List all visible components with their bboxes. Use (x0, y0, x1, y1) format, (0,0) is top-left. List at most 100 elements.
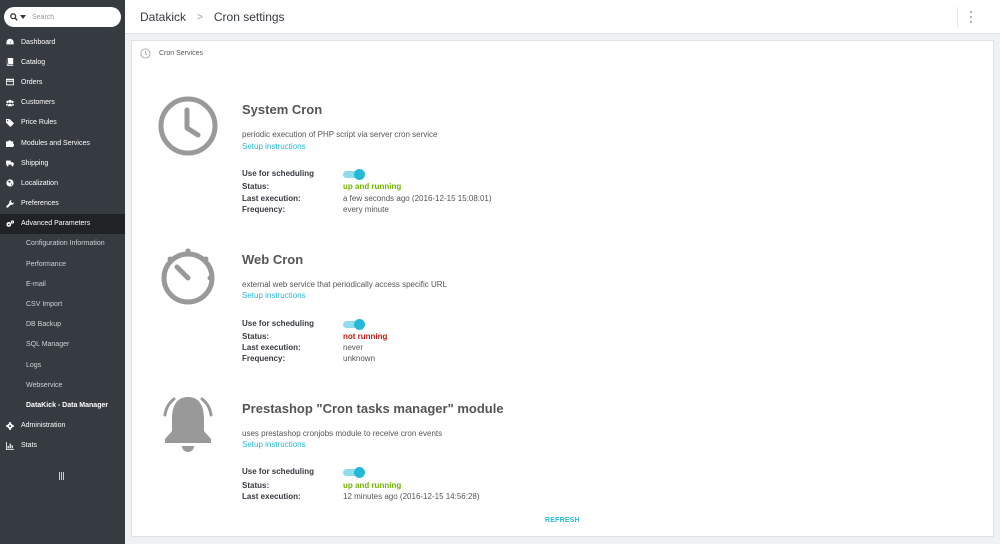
kebab-dot-icon (970, 21, 972, 23)
bell-icon (163, 397, 213, 452)
dashboard-icon (5, 38, 15, 46)
clock-icon (158, 96, 218, 156)
panel-title: Cron Services (159, 50, 203, 57)
status-value: not running (343, 332, 388, 341)
sidebar-subitem-sql-manager[interactable]: SQL Manager (0, 334, 125, 355)
sidebar-subitem-csv-import[interactable]: CSV Import (0, 294, 125, 315)
use-for-scheduling-row: Use for scheduling (242, 168, 365, 180)
sidebar-item-dashboard[interactable]: Dashboard (0, 32, 125, 52)
sidebar-item-stats[interactable]: Stats (0, 436, 125, 456)
sidebar-item-label: Preferences (21, 200, 59, 208)
service-description: periodic execution of PHP script via ser… (242, 130, 438, 139)
search-dropdown-button[interactable] (4, 7, 28, 27)
sidebar-item-label: Advanced Parameters (21, 220, 91, 228)
setup-instructions-link[interactable]: Setup instructions (242, 142, 306, 151)
sidebar-item-label: Modules and Services (21, 139, 90, 147)
last-execution-value: 12 minutes ago (2016-12-15 14:56:28) (343, 492, 480, 501)
customers-icon (5, 99, 15, 107)
field-label: Last execution: (242, 343, 301, 352)
status-value: up and running (343, 182, 402, 191)
timer-icon (161, 248, 215, 305)
refresh-button[interactable]: REFRESH (545, 517, 580, 524)
panel-heading: Cron Services (140, 48, 203, 59)
frequency-value: every minute (343, 205, 389, 214)
use-for-scheduling-toggle[interactable] (343, 318, 365, 330)
field-label: Status: (242, 481, 270, 490)
toggle-knob (354, 318, 365, 330)
status-row: Status: up and running (242, 480, 401, 491)
gear-icon (5, 421, 15, 430)
last-execution-row: Last execution: a few seconds ago (2016-… (242, 193, 492, 204)
last-execution-value: a few seconds ago (2016-12-15 15:08:01) (343, 194, 492, 203)
collapse-bar-icon (59, 472, 60, 480)
sidebar-item-label: Stats (21, 442, 37, 450)
sidebar-item-advanced-parameters[interactable]: Advanced Parameters (0, 213, 125, 234)
more-options-button[interactable] (970, 11, 973, 23)
tag-icon (5, 118, 15, 127)
sidebar-subitem-datakick[interactable]: DataKick - Data Manager (0, 395, 125, 416)
setup-instructions-link[interactable]: Setup instructions (242, 440, 306, 449)
sidebar-item-orders[interactable]: Orders (0, 72, 125, 92)
field-label: Frequency: (242, 205, 286, 214)
field-label: Use for scheduling (242, 467, 315, 476)
service-title: System Cron (242, 102, 323, 117)
page-title: Cron settings (213, 10, 285, 24)
header-divider (957, 7, 958, 27)
sidebar-subitem-performance[interactable]: Performance (0, 254, 125, 275)
field-label: Use for scheduling (242, 169, 315, 178)
sidebar-subitem-logs[interactable]: Logs (0, 355, 125, 376)
setup-instructions-link[interactable]: Setup instructions (242, 291, 306, 300)
breadcrumb-root[interactable]: Datakick (140, 10, 186, 24)
toggle-knob (354, 466, 365, 478)
sidebar-subitem-db-backup[interactable]: DB Backup (0, 314, 125, 335)
collapse-bar-icon (63, 472, 64, 480)
truck-icon (5, 159, 15, 167)
sidebar-subitem-email[interactable]: E-mail (0, 274, 125, 295)
sidebar-item-label: Administration (21, 422, 66, 430)
sidebar: Dashboard Catalog Orders Customers Price… (0, 0, 125, 544)
sidebar-item-price-rules[interactable]: Price Rules (0, 113, 125, 133)
sidebar-item-shipping[interactable]: Shipping (0, 153, 125, 173)
use-for-scheduling-toggle[interactable] (343, 466, 365, 478)
service-description: external web service that periodically a… (242, 280, 447, 289)
last-execution-row: Last execution: never (242, 342, 363, 353)
sidebar-item-preferences[interactable]: Preferences (0, 194, 125, 214)
use-for-scheduling-row: Use for scheduling (242, 466, 365, 478)
search-box (4, 7, 121, 27)
search-input[interactable] (32, 13, 112, 21)
sidebar-collapse-button[interactable] (59, 472, 67, 481)
toggle-knob (354, 168, 365, 180)
sidebar-item-catalog[interactable]: Catalog (0, 52, 125, 72)
status-value: up and running (343, 481, 402, 490)
frequency-value: unknown (343, 354, 376, 363)
sidebar-item-administration[interactable]: Administration (0, 416, 125, 436)
sidebar-item-label: Orders (21, 78, 43, 86)
gears-icon (5, 220, 15, 228)
breadcrumb-separator: > (197, 11, 203, 23)
sidebar-subitem-configuration-information[interactable]: Configuration Information (0, 233, 125, 255)
status-row: Status: up and running (242, 181, 401, 192)
sidebar-item-localization[interactable]: Localization (0, 173, 125, 193)
use-for-scheduling-toggle[interactable] (343, 168, 365, 180)
sidebar-item-label: Catalog (21, 58, 46, 66)
sidebar-item-label: Customers (21, 99, 55, 107)
frequency-row: Frequency: unknown (242, 353, 375, 364)
wrench-icon (5, 199, 15, 208)
last-execution-value: never (343, 343, 364, 352)
sidebar-subitem-webservice[interactable]: Webservice (0, 375, 125, 396)
service-title: Prestashop "Cron tasks manager" module (242, 401, 504, 416)
kebab-dot-icon (970, 11, 972, 13)
frequency-row: Frequency: every minute (242, 204, 389, 215)
last-execution-row: Last execution: 12 minutes ago (2016-12-… (242, 491, 480, 502)
sidebar-item-customers[interactable]: Customers (0, 93, 125, 113)
use-for-scheduling-row: Use for scheduling (242, 318, 365, 330)
search-icon (10, 13, 18, 21)
service-title: Web Cron (242, 252, 304, 267)
sidebar-item-label: Price Rules (21, 119, 57, 127)
orders-icon (5, 78, 15, 86)
caret-down-icon (20, 15, 26, 19)
breadcrumb: Datakick > Cron settings (140, 10, 285, 24)
field-label: Frequency: (242, 354, 286, 363)
sidebar-item-modules[interactable]: Modules and Services (0, 133, 125, 153)
field-label: Status: (242, 182, 270, 191)
